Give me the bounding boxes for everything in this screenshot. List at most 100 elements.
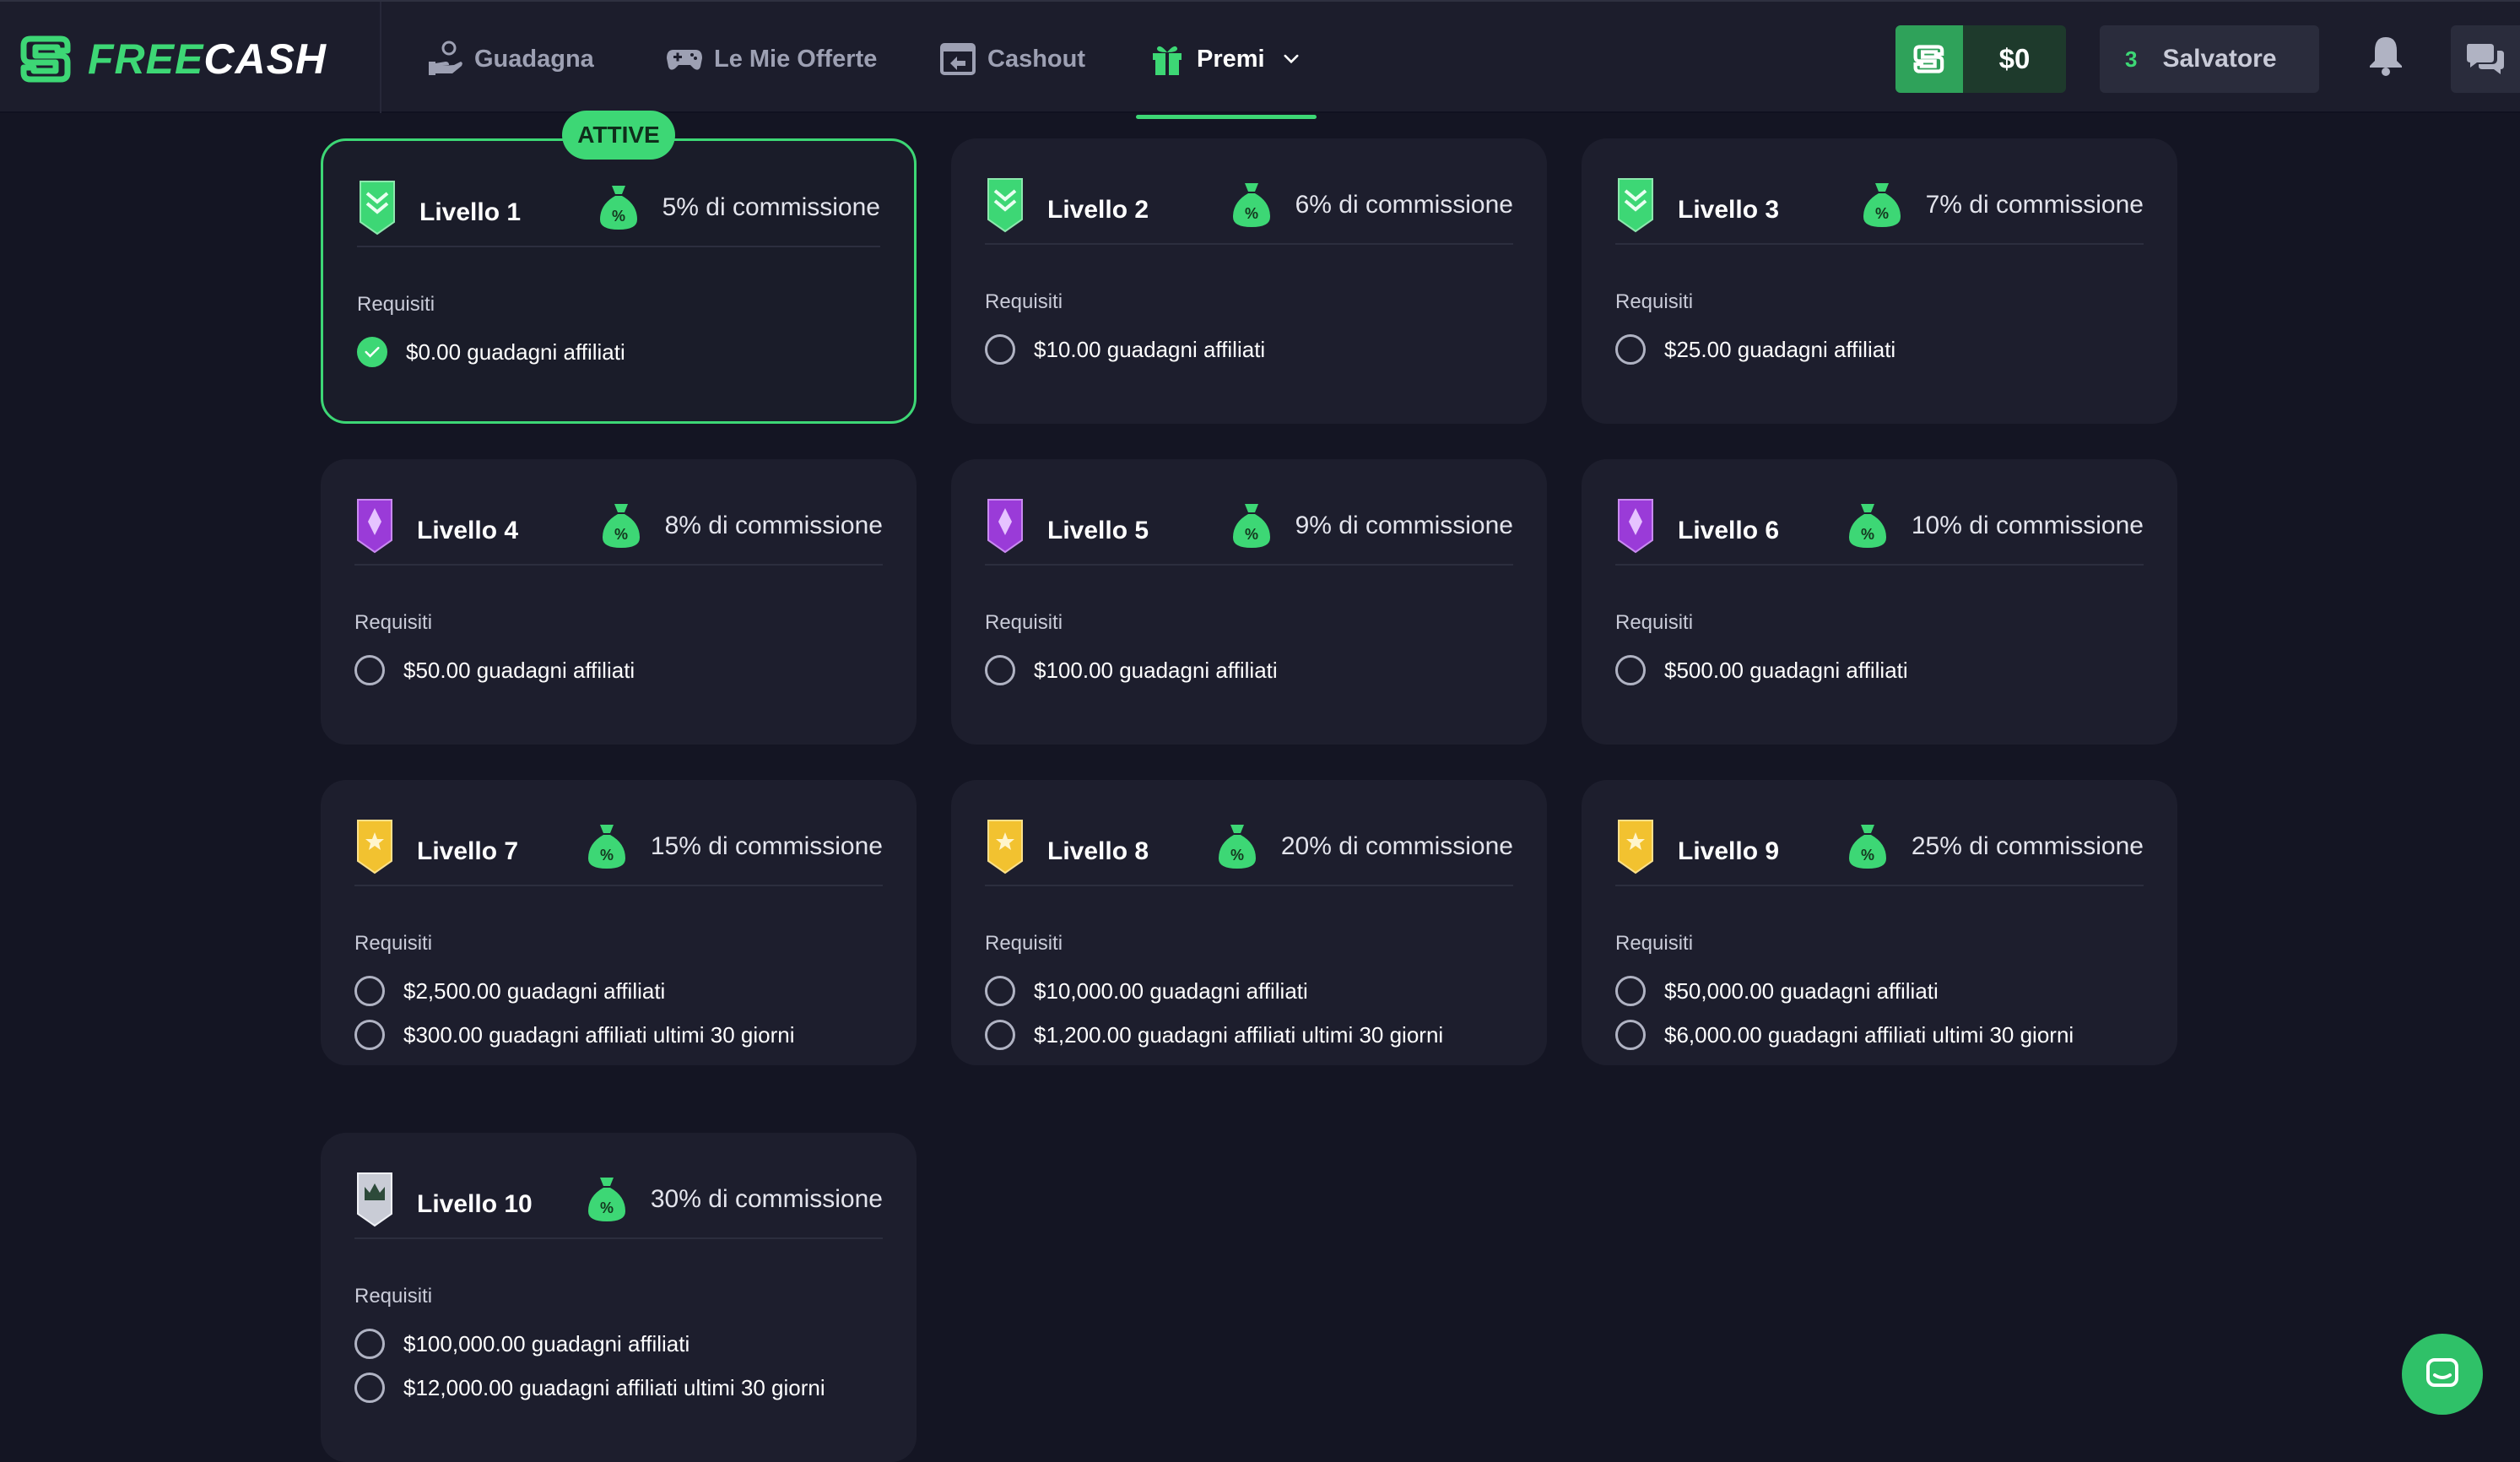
balance-button[interactable]: $0 <box>1895 25 2066 93</box>
level-card-header: Livello 7 % 15% di commissione <box>354 819 883 886</box>
gold-star-badge-icon <box>985 817 1025 876</box>
green-chevron-badge-icon <box>357 178 397 237</box>
green-chevron-badge-icon <box>985 176 1025 235</box>
commission: % 7% di commissione <box>1860 180 2144 230</box>
requirement-item: $300.00 guadagni affiliati ultimi 30 gio… <box>354 1020 795 1050</box>
chat-bubbles-icon <box>2467 44 2504 74</box>
user-menu-button[interactable]: 3 Salvatore <box>2100 25 2319 93</box>
chat-icon <box>2426 1358 2458 1387</box>
freecash-logo[interactable]: FREECASH <box>19 32 327 86</box>
gold-star-badge-icon <box>354 817 395 876</box>
level-card-header: Livello 1 % 5% di commissione <box>357 180 880 247</box>
commission-rate: 7% di commissione <box>1925 191 2144 219</box>
requirement-item: $500.00 guadagni affiliati <box>1615 655 1908 685</box>
requirements-label: Requisiti <box>357 293 435 316</box>
balance-amount: $0 <box>1998 43 2031 74</box>
user-name: Salvatore <box>2162 45 2277 73</box>
svg-text:%: % <box>600 847 614 864</box>
level-name: Livello 10 <box>417 1190 533 1218</box>
svg-text:%: % <box>1230 847 1244 864</box>
level-card-9: Livello 9 % 25% di commissione Requisiti… <box>1582 780 2177 1065</box>
requirement-item: $1,200.00 guadagni affiliati ultimi 30 g… <box>985 1020 1443 1050</box>
requirements-label: Requisiti <box>985 611 1063 634</box>
money-bag-percent-icon: % <box>602 504 640 548</box>
requirement-item: $12,000.00 guadagni affiliati ultimi 30 … <box>354 1373 825 1403</box>
gold-star-badge-icon <box>1615 817 1656 876</box>
requirement-text: $10.00 guadagni affiliati <box>1034 336 1266 362</box>
commission-rate: 20% di commissione <box>1280 832 1513 860</box>
level-name: Livello 3 <box>1678 196 1780 224</box>
commission: % 15% di commissione <box>585 821 883 872</box>
requirement-text: $100,000.00 guadagni affiliati <box>403 1330 690 1356</box>
chevron-down-icon <box>1284 54 1299 64</box>
commission: % 30% di commissione <box>585 1174 883 1225</box>
nav-guadagna[interactable]: Guadagna <box>425 35 594 83</box>
money-bag-percent-icon: % <box>1848 825 1886 869</box>
requirement-text: $25.00 guadagni affiliati <box>1664 336 1896 362</box>
radio-circle-icon <box>354 655 385 685</box>
radio-circle-icon <box>354 1373 385 1403</box>
level-card-header: Livello 4 % 8% di commissione <box>354 498 883 566</box>
requirements-label: Requisiti <box>1615 932 1694 955</box>
purple-gem-badge-icon <box>985 496 1025 555</box>
level-card-6: Livello 6 % 10% di commissione Requisiti… <box>1582 459 2177 745</box>
commission: % 10% di commissione <box>1846 501 2144 551</box>
radio-circle-icon <box>985 655 1015 685</box>
commission-rate: 8% di commissione <box>664 512 883 539</box>
nav-premi[interactable]: Premi <box>1148 35 1304 83</box>
active-level-badge: ATTIVE <box>562 111 675 160</box>
chat-toggle-button[interactable] <box>2451 25 2520 93</box>
level-card-header: Livello 8 % 20% di commissione <box>985 819 1513 886</box>
bell-icon[interactable] <box>2363 32 2409 78</box>
requirement-text: $50.00 guadagni affiliati <box>403 657 635 683</box>
nav-divider <box>380 2 381 113</box>
radio-circle-icon <box>985 334 1015 365</box>
svg-text:%: % <box>1861 526 1874 543</box>
level-name: Livello 2 <box>1047 196 1149 224</box>
requirement-item: $10,000.00 guadagni affiliati <box>985 976 1308 1006</box>
commission: % 5% di commissione <box>597 182 880 233</box>
nav-le-mie-offerte[interactable]: Le Mie Offerte <box>665 35 877 83</box>
cashout-icon <box>940 43 976 75</box>
requirement-item: $0.00 guadagni affiliati <box>357 337 625 367</box>
radio-circle-icon <box>354 976 385 1006</box>
commission-rate: 15% di commissione <box>650 832 883 860</box>
support-chat-button[interactable] <box>2402 1334 2483 1415</box>
commission-rate: 5% di commissione <box>662 193 880 221</box>
nav-cashout[interactable]: Cashout <box>938 35 1085 83</box>
requirement-text: $10,000.00 guadagni affiliati <box>1034 977 1308 1004</box>
requirement-text: $0.00 guadagni affiliati <box>406 338 625 365</box>
requirement-text: $100.00 guadagni affiliati <box>1034 657 1278 683</box>
commission: % 9% di commissione <box>1230 501 1513 551</box>
money-bag-percent-icon: % <box>1848 504 1886 548</box>
commission: % 8% di commissione <box>599 501 883 551</box>
requirement-item: $2,500.00 guadagni affiliati <box>354 976 665 1006</box>
hand-coin-icon <box>429 41 462 75</box>
requirement-text: $12,000.00 guadagni affiliati ultimi 30 … <box>403 1374 825 1400</box>
radio-circle-icon <box>1615 976 1646 1006</box>
radio-circle-icon <box>1615 334 1646 365</box>
requirements-label: Requisiti <box>354 611 433 634</box>
requirement-item: $100.00 guadagni affiliati <box>985 655 1278 685</box>
level-card-1: Livello 1 % 5% di commissione Requisiti … <box>321 138 917 424</box>
money-bag-percent-icon: % <box>587 1178 625 1221</box>
level-card-header: Livello 5 % 9% di commissione <box>985 498 1513 566</box>
radio-circle-icon <box>1615 655 1646 685</box>
level-card-header: Livello 10 % 30% di commissione <box>354 1172 883 1239</box>
level-card-7: Livello 7 % 15% di commissione Requisiti… <box>321 780 917 1065</box>
level-card-10: Livello 10 % 30% di commissione Requisit… <box>321 1133 917 1462</box>
commission: % 25% di commissione <box>1846 821 2144 872</box>
level-card-4: Livello 4 % 8% di commissione Requisiti … <box>321 459 917 745</box>
requirement-item: $50.00 guadagni affiliati <box>354 655 635 685</box>
level-card-3: Livello 3 % 7% di commissione Requisiti … <box>1582 138 2177 424</box>
money-bag-percent-icon: % <box>587 825 625 869</box>
svg-text:%: % <box>1245 205 1258 222</box>
level-name: Livello 4 <box>417 517 519 544</box>
active-tab-indicator <box>1136 115 1317 119</box>
requirement-text: $300.00 guadagni affiliati ultimi 30 gio… <box>403 1021 795 1048</box>
requirement-text: $2,500.00 guadagni affiliati <box>403 977 666 1004</box>
gift-icon <box>1153 46 1182 75</box>
money-bag-percent-icon: % <box>1232 183 1270 227</box>
nav-premi-label: Premi <box>1197 45 1265 73</box>
requirement-text: $1,200.00 guadagni affiliati ultimi 30 g… <box>1034 1021 1444 1048</box>
